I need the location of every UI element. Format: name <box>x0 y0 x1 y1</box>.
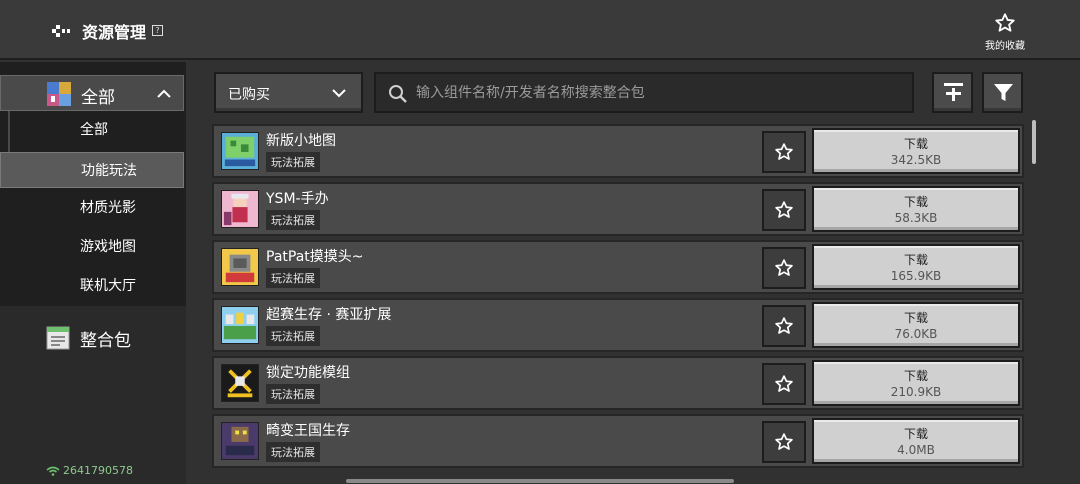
sidebar: 全部 全部 功能玩法 材质光影 游戏地图 联机大厅 整合包 2641790578 <box>0 62 186 484</box>
map-thumb-image <box>222 133 258 169</box>
star-outline-icon <box>775 375 793 392</box>
star-outline-icon <box>775 143 793 160</box>
search-bar <box>374 72 914 113</box>
file-size: 210.9KB <box>890 385 942 399</box>
chevron-down-icon <box>332 89 346 98</box>
download-button[interactable]: 下载 4.0MB <box>812 418 1020 464</box>
document-icon <box>46 326 70 350</box>
kingdom-thumbnail <box>221 422 259 460</box>
lock-thumbnail <box>221 364 259 402</box>
file-size: 4.0MB <box>897 443 935 457</box>
item-tag: 玩法拓展 <box>266 268 320 288</box>
star-outline-icon <box>775 259 793 276</box>
star-outline-icon <box>775 433 793 450</box>
list-item[interactable]: YSM-手办 玩法拓展 下载 58.3KB <box>212 182 1024 236</box>
upload-icon <box>944 83 963 101</box>
download-button[interactable]: 下载 58.3KB <box>812 186 1020 232</box>
download-button[interactable]: 下载 165.9KB <box>812 244 1020 290</box>
sidebar-item-gameplay[interactable]: 功能玩法 <box>0 152 184 188</box>
download-label: 下载 <box>903 427 928 441</box>
sidebar-item-textures[interactable]: 材质光影 <box>0 190 184 226</box>
file-size: 58.3KB <box>894 211 938 225</box>
list-item[interactable]: 新版小地图 玩法拓展 下载 342.5KB <box>212 124 1024 178</box>
star-outline-icon <box>775 201 793 218</box>
patpat-thumb-image <box>222 249 258 285</box>
item-name: 新版小地图 <box>266 133 336 149</box>
sidebar-item-maps[interactable]: 游戏地图 <box>0 229 184 265</box>
star-outline-icon <box>995 13 1015 32</box>
file-size: 76.0KB <box>894 327 938 341</box>
page-title: 资源管理 <box>82 23 147 42</box>
kingdom-thumb-image <box>222 423 258 459</box>
favorite-button[interactable] <box>762 131 806 173</box>
resource-list: 新版小地图 玩法拓展 下载 342.5KB YSM-手办 玩法拓展 下载 58.… <box>212 124 1024 470</box>
list-item[interactable]: PatPat摸摸头~ 玩法拓展 下载 165.9KB <box>212 240 1024 294</box>
chevron-up-icon <box>157 89 171 98</box>
figure-thumbnail <box>221 190 259 228</box>
download-button[interactable]: 下载 210.9KB <box>812 360 1020 406</box>
list-item[interactable]: 超赛生存 · 赛亚扩展 玩法拓展 下载 76.0KB <box>212 298 1024 352</box>
favorites-label: 我的收藏 <box>985 41 1025 52</box>
download-label: 下载 <box>903 369 928 383</box>
favorite-button[interactable] <box>762 247 806 289</box>
download-label: 下载 <box>903 253 928 267</box>
favorite-button[interactable] <box>762 421 806 463</box>
favorites-button[interactable]: 我的收藏 <box>978 12 1032 52</box>
download-label: 下载 <box>903 195 928 209</box>
list-item[interactable]: 锁定功能模组 玩法拓展 下载 210.9KB <box>212 356 1024 410</box>
item-name: PatPat摸摸头~ <box>266 249 364 265</box>
item-name: 锁定功能模组 <box>266 365 350 381</box>
file-size: 342.5KB <box>890 153 942 167</box>
favorite-button[interactable] <box>762 189 806 231</box>
search-input[interactable] <box>416 80 906 106</box>
top-bar: 资源管理 ? 我的收藏 <box>0 0 1080 60</box>
list-item[interactable]: 畸变王国生存 玩法拓展 下载 4.0MB <box>212 414 1024 468</box>
help-icon[interactable]: ? <box>152 25 163 36</box>
vertical-scrollbar[interactable] <box>1032 120 1036 164</box>
favorite-button[interactable] <box>762 305 806 347</box>
item-tag: 玩法拓展 <box>266 384 320 404</box>
download-label: 下载 <box>903 311 928 325</box>
category-header-all[interactable]: 全部 <box>0 75 184 111</box>
back-icon[interactable] <box>50 20 72 42</box>
survival-thumbnail <box>221 306 259 344</box>
item-tag: 玩法拓展 <box>266 326 320 346</box>
dropdown-selected-value: 已购买 <box>228 87 270 103</box>
favorite-button[interactable] <box>762 363 806 405</box>
filter-icon <box>994 84 1013 101</box>
file-size: 165.9KB <box>890 269 942 283</box>
network-id: 2641790578 <box>63 464 133 477</box>
download-button[interactable]: 下载 76.0KB <box>812 302 1020 348</box>
item-name: 超赛生存 · 赛亚扩展 <box>266 307 392 323</box>
modpack-label: 整合包 <box>80 331 131 351</box>
sidebar-item-all[interactable]: 全部 <box>0 112 184 148</box>
search-icon <box>389 85 407 103</box>
figure-thumb-image <box>222 191 258 227</box>
sidebar-item-multiplayer[interactable]: 联机大厅 <box>0 268 184 304</box>
upload-button[interactable] <box>932 72 973 113</box>
item-name: 畸变王国生存 <box>266 423 350 439</box>
star-outline-icon <box>775 317 793 334</box>
wifi-icon <box>46 466 60 476</box>
lock-thumb-image <box>222 365 258 401</box>
item-tag: 玩法拓展 <box>266 152 320 172</box>
filter-button[interactable] <box>982 72 1023 113</box>
blocks-icon <box>47 82 71 106</box>
item-tag: 玩法拓展 <box>266 442 320 462</box>
map-thumbnail <box>221 132 259 170</box>
purchase-filter-dropdown[interactable]: 已购买 <box>214 72 363 113</box>
home-indicator <box>346 479 734 483</box>
item-name: YSM-手办 <box>266 191 329 207</box>
download-label: 下载 <box>903 137 928 151</box>
item-tag: 玩法拓展 <box>266 210 320 230</box>
survival-thumb-image <box>222 307 258 343</box>
download-button[interactable]: 下载 342.5KB <box>812 128 1020 174</box>
category-panel: 全部 全部 功能玩法 材质光影 游戏地图 联机大厅 <box>0 62 186 306</box>
category-label: 全部 <box>81 88 115 108</box>
patpat-thumbnail <box>221 248 259 286</box>
